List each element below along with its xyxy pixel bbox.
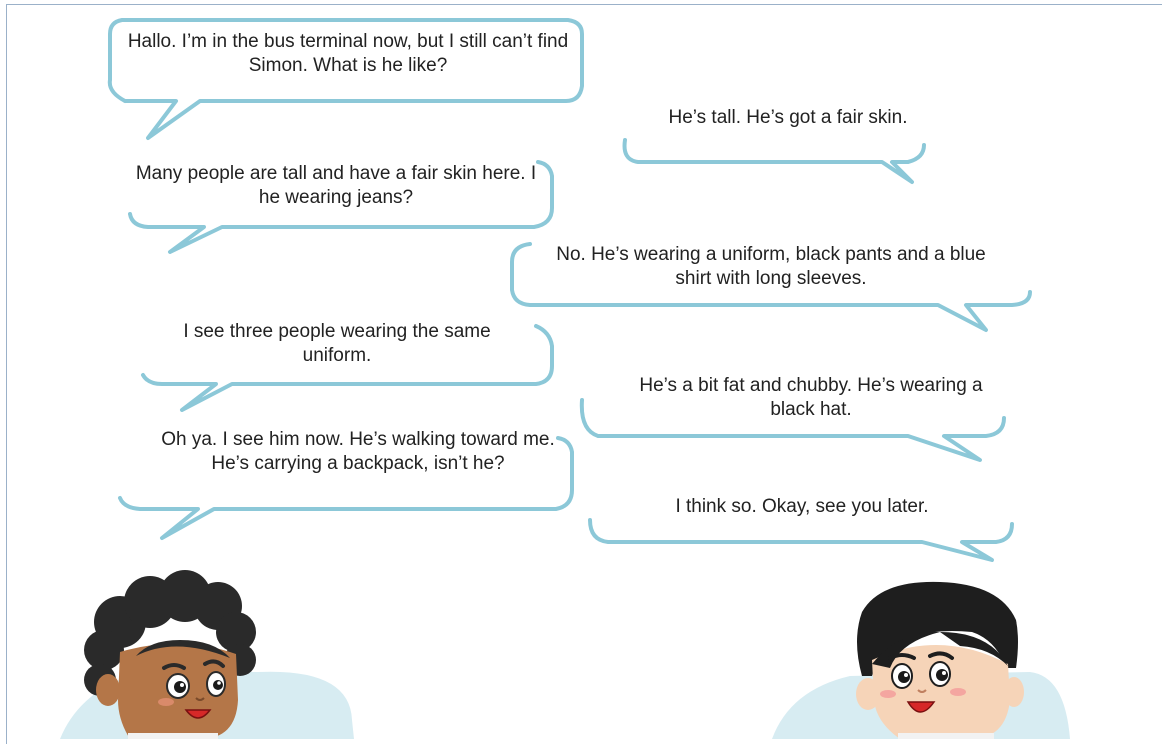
characters <box>60 570 1070 739</box>
black-haired-boy-illustration <box>856 581 1024 739</box>
